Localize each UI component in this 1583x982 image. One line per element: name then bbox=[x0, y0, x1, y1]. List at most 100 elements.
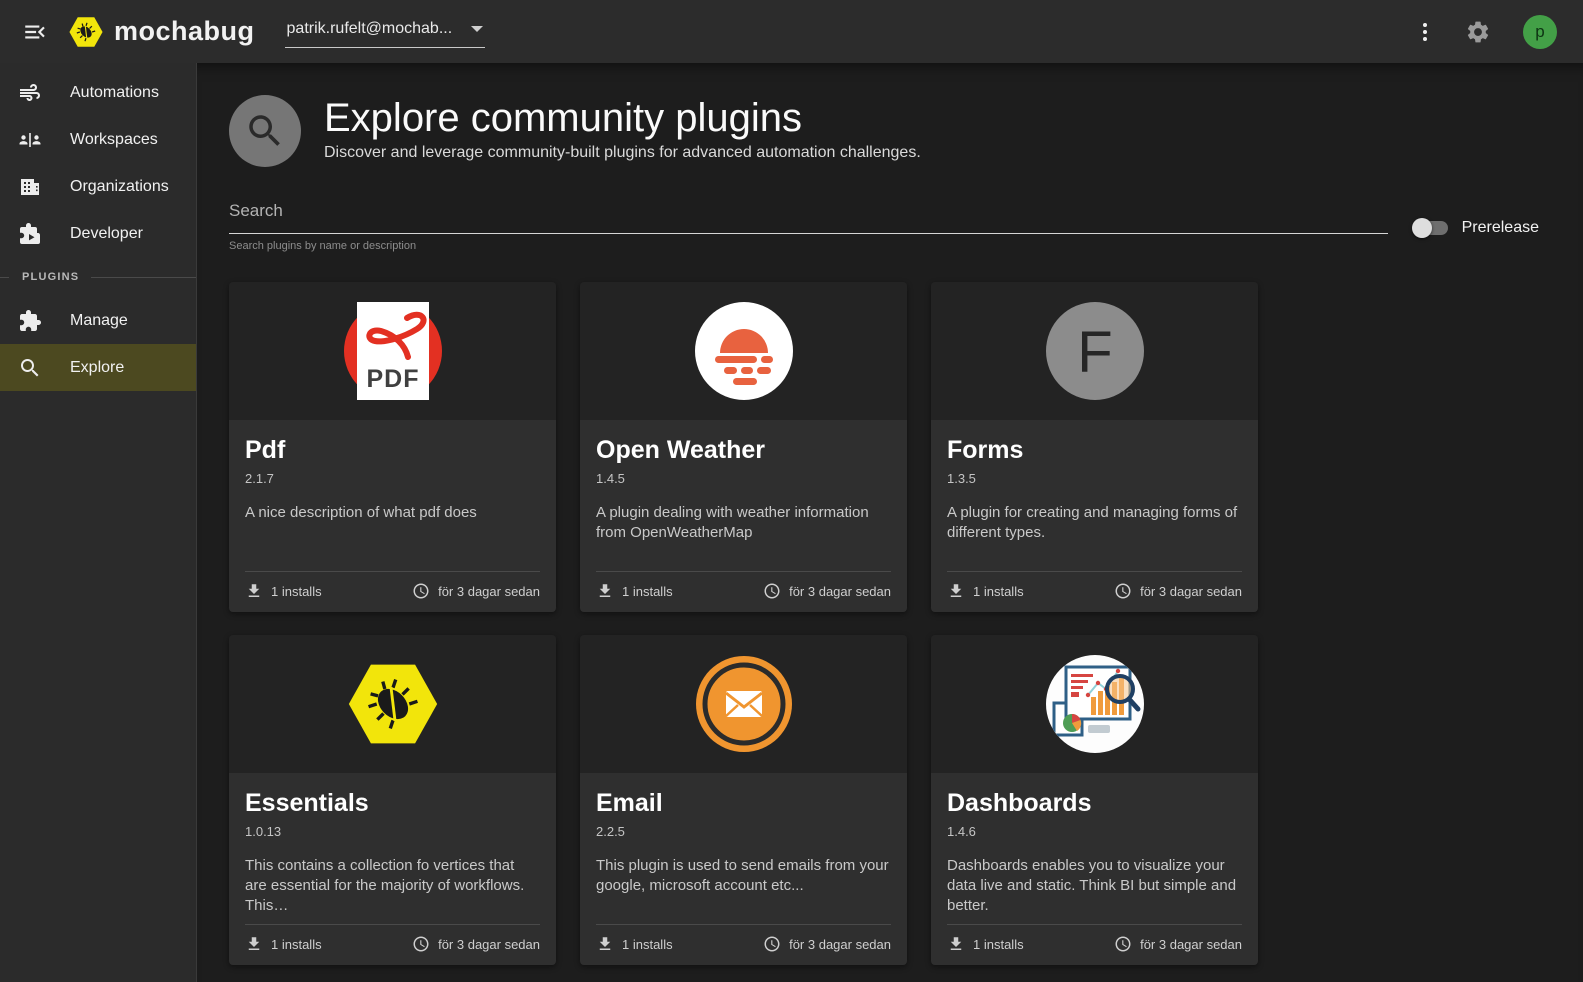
plugin-title: Forms bbox=[947, 436, 1024, 464]
pdf-plugin-icon: PDF bbox=[343, 302, 442, 400]
search-row: Search plugins by name or description Pr… bbox=[229, 197, 1583, 252]
updated-stat: för 3 dagar sedan bbox=[763, 935, 891, 953]
sidebar-item-label: Workspaces bbox=[70, 130, 158, 148]
dashboards-plugin-icon bbox=[1045, 655, 1144, 753]
menu-open-button[interactable] bbox=[16, 13, 54, 51]
plugin-description: A nice description of what pdf does bbox=[245, 504, 477, 521]
sidebar-item-developer[interactable]: Developer bbox=[0, 210, 196, 257]
main-content: Explore community plugins Discover and l… bbox=[197, 63, 1583, 982]
search-helper-text: Search plugins by name or description bbox=[229, 240, 417, 252]
plugin-version: 1.4.5 bbox=[596, 471, 625, 486]
brand-logo[interactable]: mochabug bbox=[68, 15, 255, 49]
sidebar: Automations Workspaces Organizations Dev… bbox=[0, 63, 197, 982]
essentials-plugin-icon bbox=[344, 655, 442, 753]
sidebar-item-manage[interactable]: Manage bbox=[0, 297, 196, 344]
plugin-card-footer: 1 installs för 3 dagar sedan bbox=[596, 924, 891, 965]
plugin-card-open-weather[interactable]: Open Weather 1.4.5 A plugin dealing with… bbox=[580, 282, 907, 612]
workspaces-people-icon bbox=[19, 132, 41, 147]
prerelease-toggle[interactable] bbox=[1411, 218, 1449, 238]
plugin-card-email[interactable]: Email 2.2.5 This plugin is used to send … bbox=[580, 635, 907, 965]
app-root: mochabug patrik.rufelt@mochab... p Autom… bbox=[0, 0, 1583, 982]
download-icon bbox=[599, 937, 611, 950]
installs-stat: 1 installs bbox=[947, 935, 1024, 953]
prerelease-control: Prerelease bbox=[1411, 218, 1539, 238]
sidebar-item-label: Explore bbox=[70, 358, 125, 376]
settings-button[interactable] bbox=[1459, 13, 1497, 51]
puzzle-icon bbox=[20, 309, 41, 331]
installs-stat: 1 installs bbox=[947, 582, 1024, 600]
installs-stat: 1 installs bbox=[245, 935, 322, 953]
download-icon bbox=[950, 584, 962, 597]
sidebar-item-label: Developer bbox=[70, 224, 143, 242]
account-select[interactable]: patrik.rufelt@mochab... bbox=[284, 16, 485, 48]
installs-stat: 1 installs bbox=[245, 582, 322, 600]
sidebar-item-automations[interactable]: Automations bbox=[0, 69, 196, 116]
updated-stat: för 3 dagar sedan bbox=[763, 582, 891, 600]
download-icon bbox=[599, 584, 611, 597]
plugin-description: This plugin is used to send emails from … bbox=[596, 857, 889, 894]
clock-icon bbox=[1115, 936, 1131, 952]
wind-icon bbox=[20, 83, 40, 101]
user-avatar[interactable]: p bbox=[1523, 14, 1557, 49]
plugin-title: Pdf bbox=[245, 436, 286, 464]
updated-stat: för 3 dagar sedan bbox=[1114, 935, 1242, 953]
email-plugin-icon bbox=[695, 655, 793, 753]
sidebar-item-label: Manage bbox=[70, 311, 128, 329]
plugin-card-footer: 1 installs för 3 dagar sedan bbox=[245, 924, 540, 965]
gear-icon bbox=[1467, 21, 1489, 42]
plugin-card-footer: 1 installs för 3 dagar sedan bbox=[947, 924, 1242, 965]
download-icon bbox=[248, 584, 260, 597]
sidebar-item-label: Automations bbox=[70, 83, 159, 101]
sidebar-item-organizations[interactable]: Organizations bbox=[0, 163, 196, 210]
clock-icon bbox=[764, 936, 780, 952]
plugin-description: Dashboards enables you to visualize your… bbox=[947, 857, 1237, 914]
plugins-section-divider: PLUGINS bbox=[0, 257, 196, 297]
clock-icon bbox=[413, 583, 429, 599]
plugin-card-essentials[interactable]: Essentials 1.0.13 This contains a collec… bbox=[229, 635, 556, 965]
topbar: mochabug patrik.rufelt@mochab... p bbox=[0, 0, 1583, 63]
updated-stat: för 3 dagar sedan bbox=[412, 582, 540, 600]
plugin-card-pdf[interactable]: PDF Pdf 2.1.7 A nice description of what… bbox=[229, 282, 556, 612]
plugin-card-footer: 1 installs för 3 dagar sedan bbox=[245, 571, 540, 612]
plugin-description: A plugin for creating and managing forms… bbox=[947, 504, 1238, 541]
page-header: Explore community plugins Discover and l… bbox=[229, 95, 1583, 167]
download-icon bbox=[248, 937, 260, 950]
menu-open-icon bbox=[25, 25, 45, 38]
account-email: patrik.rufelt@mochab... bbox=[286, 19, 453, 37]
sidebar-item-explore[interactable]: Explore bbox=[0, 344, 196, 391]
plugin-title: Email bbox=[596, 789, 663, 817]
chevron-down-icon bbox=[470, 25, 483, 32]
search-input[interactable] bbox=[229, 197, 1388, 234]
plugin-version: 1.0.13 bbox=[245, 824, 282, 839]
plugin-description: A plugin dealing with weather informatio… bbox=[596, 504, 869, 541]
installs-stat: 1 installs bbox=[596, 935, 673, 953]
plugin-version: 2.2.5 bbox=[596, 824, 625, 839]
kebab-icon bbox=[1423, 22, 1427, 27]
search-icon bbox=[21, 358, 39, 376]
explore-hero-circle bbox=[229, 95, 301, 167]
search-field: Search plugins by name or description bbox=[229, 197, 1388, 252]
puzzle-play-icon bbox=[20, 222, 41, 244]
svg-text:F: F bbox=[1077, 320, 1112, 385]
svg-text:PDF: PDF bbox=[366, 365, 419, 393]
updated-stat: för 3 dagar sedan bbox=[1114, 582, 1242, 600]
search-icon bbox=[249, 115, 280, 146]
installs-stat: 1 installs bbox=[596, 582, 673, 600]
more-options-button[interactable] bbox=[1413, 17, 1437, 47]
plugin-card-footer: 1 installs för 3 dagar sedan bbox=[596, 571, 891, 612]
clock-icon bbox=[764, 583, 780, 599]
plugin-version: 2.1.7 bbox=[245, 471, 274, 486]
plugin-card-grid: PDF Pdf 2.1.7 A nice description of what… bbox=[229, 282, 1583, 965]
sidebar-item-workspaces[interactable]: Workspaces bbox=[0, 116, 196, 163]
updated-stat: för 3 dagar sedan bbox=[412, 935, 540, 953]
page-subtitle: Discover and leverage community-built pl… bbox=[324, 144, 921, 161]
plugin-description: This contains a collection fo vertices t… bbox=[245, 857, 525, 914]
download-icon bbox=[950, 937, 962, 950]
plugin-card-forms[interactable]: F Forms 1.3.5 A plugin for creating and … bbox=[931, 282, 1258, 612]
prerelease-label: Prerelease bbox=[1461, 219, 1539, 236]
plugins-section-label: PLUGINS bbox=[22, 271, 80, 283]
page-title: Explore community plugins bbox=[324, 96, 802, 140]
plugin-version: 1.4.6 bbox=[947, 824, 976, 839]
clock-icon bbox=[413, 936, 429, 952]
plugin-card-dashboards[interactable]: Dashboards 1.4.6 Dashboards enables you … bbox=[931, 635, 1258, 965]
